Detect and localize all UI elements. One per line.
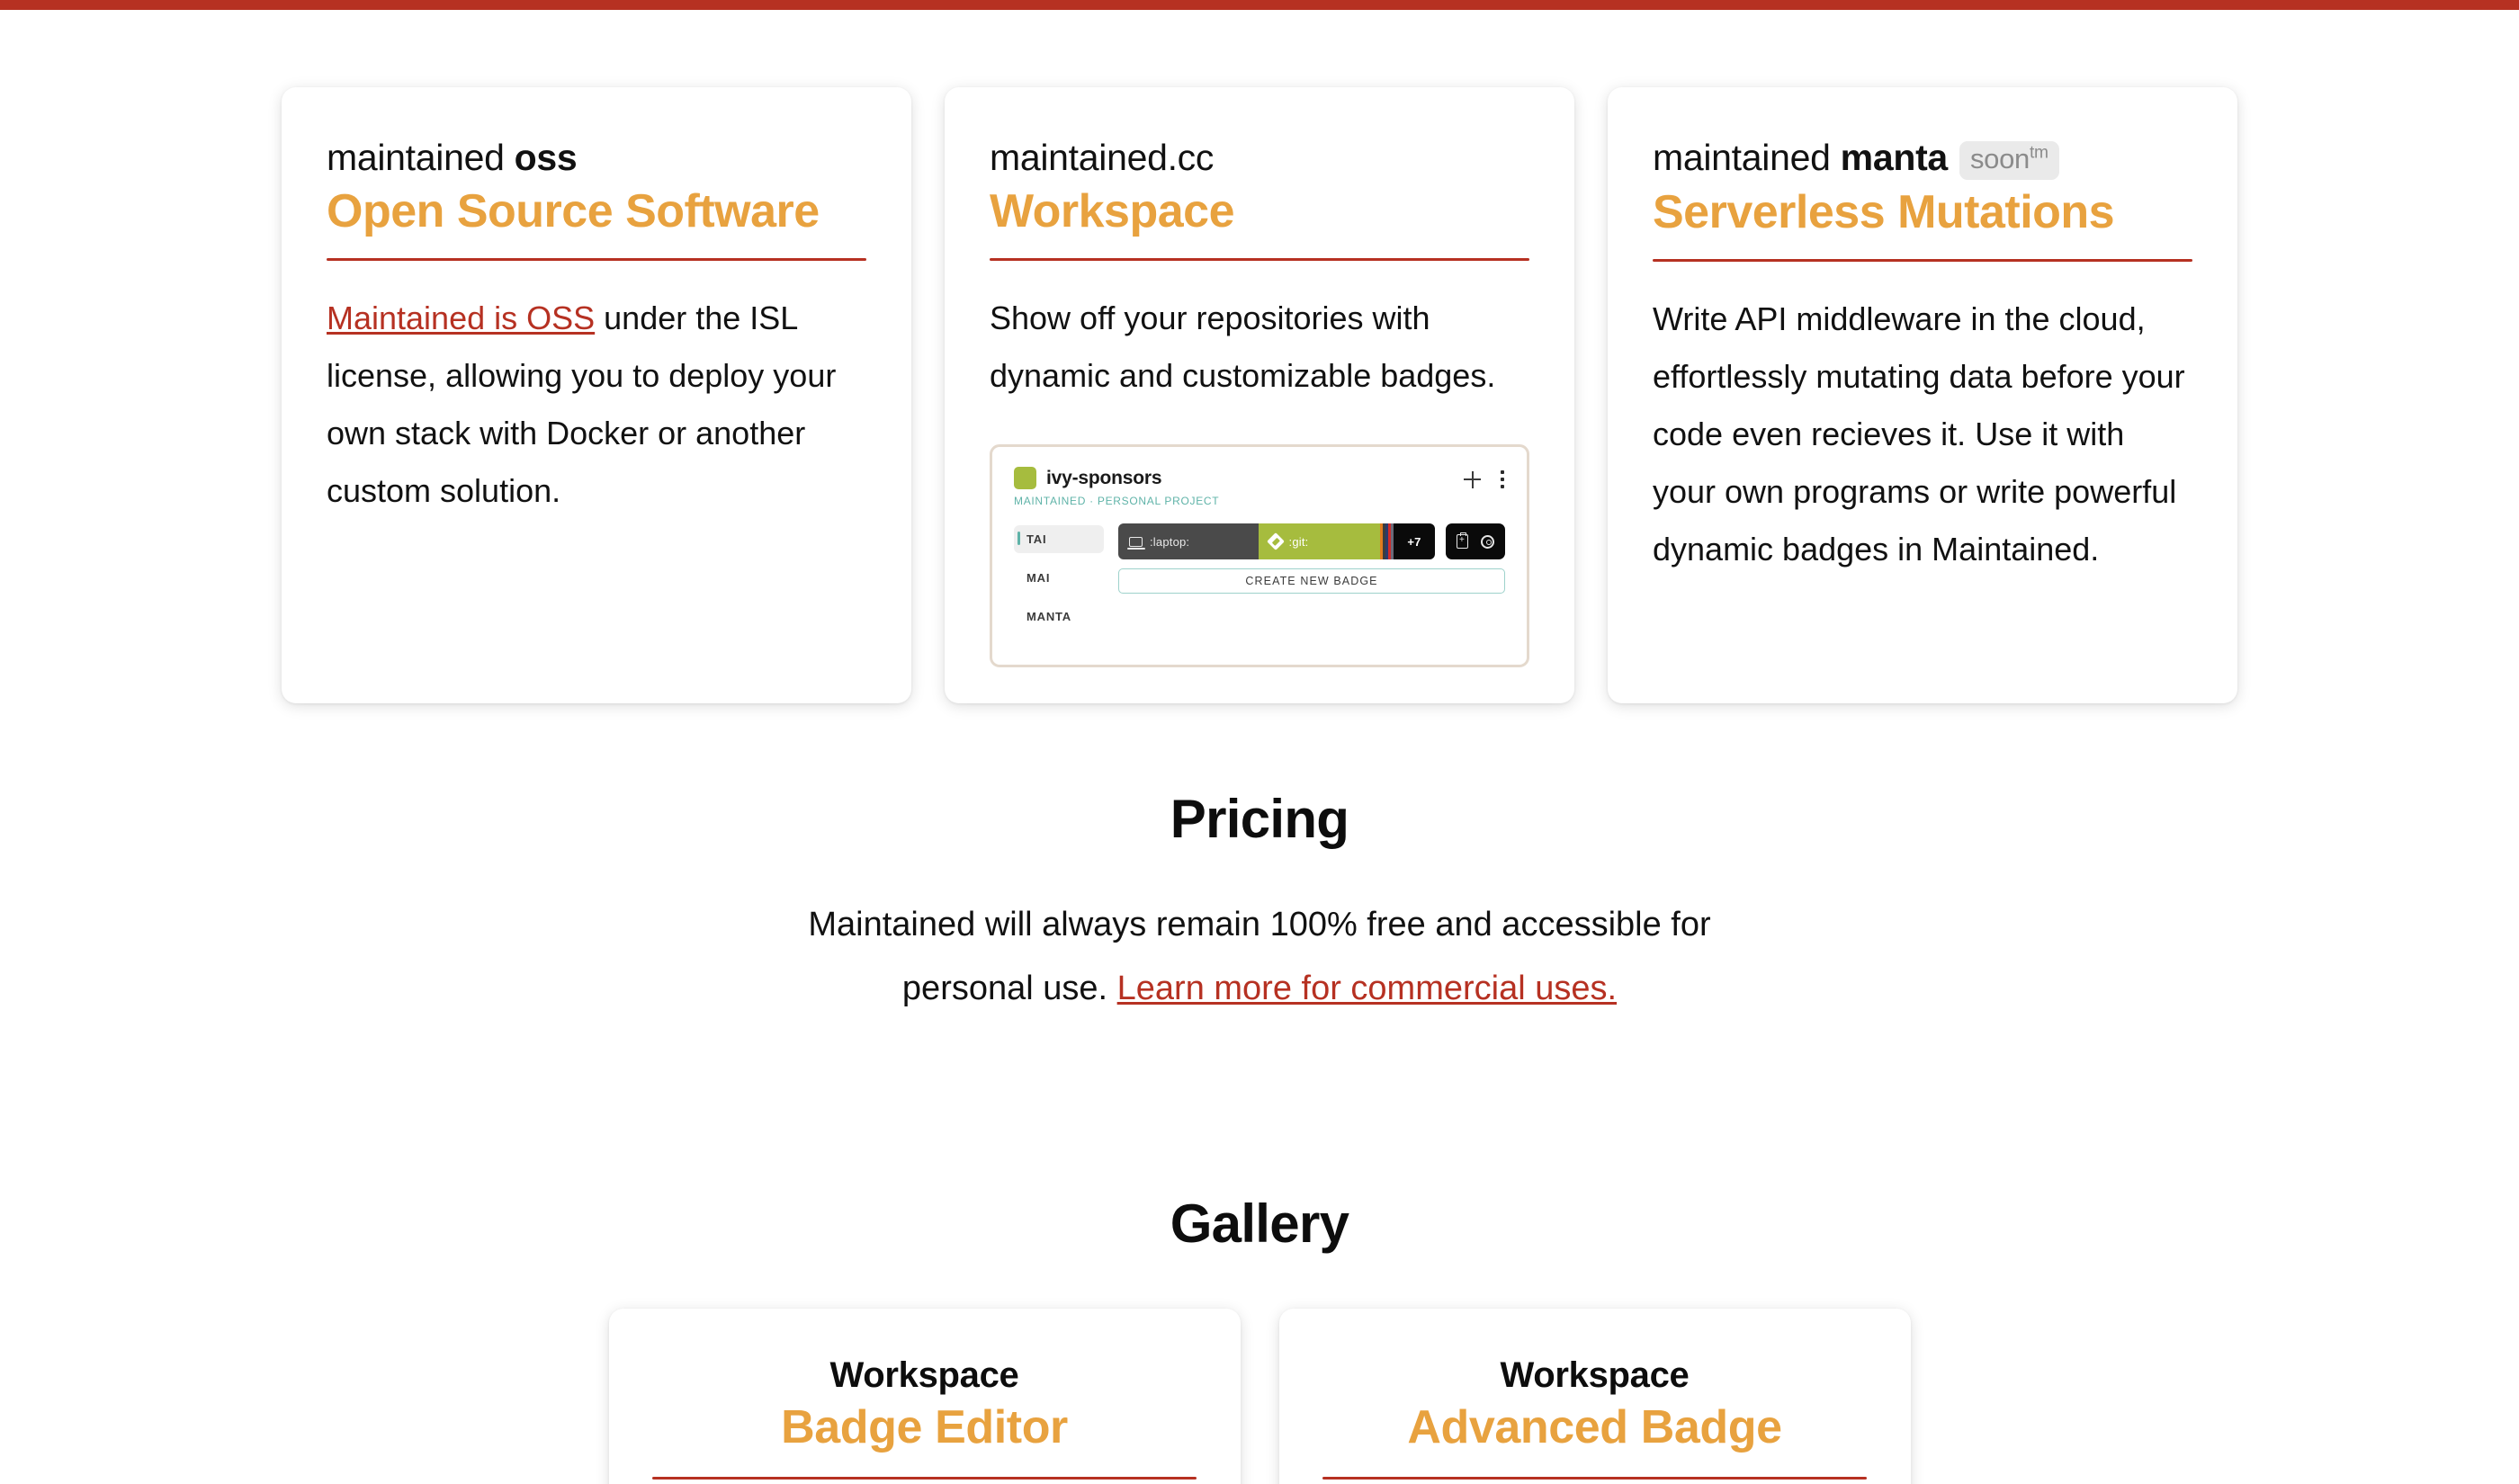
card-eyebrow: maintained manta soontm xyxy=(1653,137,2192,180)
soon-status-badge: soontm xyxy=(1959,141,2059,180)
clipboard-plus-icon[interactable] xyxy=(1457,532,1468,550)
pricing-copy: Maintained will always remain 100% free … xyxy=(765,893,1754,1020)
card-title: Workspace xyxy=(990,184,1235,237)
card-divider xyxy=(990,258,1529,262)
product-card-workspace[interactable]: maintained.cc Workspace Show off your re… xyxy=(945,87,1574,704)
laptop-icon xyxy=(1127,536,1145,550)
plus-icon[interactable] xyxy=(1464,470,1481,488)
gallery-card-eyebrow: Workspace xyxy=(1500,1354,1690,1395)
badge-row: :laptop: :git: +7 + xyxy=(1118,523,1505,560)
create-new-badge-button[interactable]: CREATE NEW BADGE xyxy=(1118,568,1505,594)
gallery-card-eyebrow: Workspace xyxy=(829,1354,1019,1395)
workspace-badge-area: :laptop: :git: +7 + CREATE NEW BADGE xyxy=(1118,523,1505,641)
workspace-tab-tai[interactable]: TAI xyxy=(1014,525,1104,554)
card-body: Write API middleware in the cloud, effor… xyxy=(1653,291,2192,578)
card-divider xyxy=(327,258,866,262)
gallery-card-row: Workspace Badge Editor Workspace Advance… xyxy=(0,1308,2519,1484)
card-eyebrow-strong: oss xyxy=(514,137,578,178)
card-eyebrow: maintained.cc xyxy=(990,137,1529,179)
gallery-card-title: Advanced Badge xyxy=(1407,1400,1782,1453)
soon-badge-tm: tm xyxy=(2029,143,2048,163)
gallery-card-badge-editor[interactable]: Workspace Badge Editor xyxy=(608,1308,1241,1484)
page-root: maintained oss Open Source Software Main… xyxy=(0,87,2519,1484)
top-accent-bar xyxy=(0,0,2519,10)
card-body-rest: Show off your repositories with dynamic … xyxy=(990,299,1496,395)
project-meta: MAINTAINED · PERSONAL PROJECT xyxy=(1014,495,1220,508)
gear-icon[interactable] xyxy=(1481,534,1494,549)
product-card-row: maintained oss Open Source Software Main… xyxy=(0,87,2519,704)
project-name: ivy-sponsors xyxy=(1046,467,1162,488)
gallery-card-divider xyxy=(1322,1476,1867,1480)
workspace-tab-mai[interactable]: MAI xyxy=(1014,564,1104,592)
workspace-screenshot: ivy-sponsors MAINTAINED · PERSONAL PROJE… xyxy=(990,444,1529,668)
commercial-uses-link[interactable]: Learn more for commercial uses. xyxy=(1117,970,1617,1007)
gallery-heading: Gallery xyxy=(1170,1193,1349,1254)
badge-overflow-count: +7 xyxy=(1394,523,1435,560)
card-eyebrow: maintained oss xyxy=(327,137,866,179)
product-card-oss[interactable]: maintained oss Open Source Software Main… xyxy=(282,87,911,704)
card-eyebrow-plain: maintained xyxy=(327,137,515,178)
workspace-tab-list: TAI MAI MANTA xyxy=(1014,523,1104,641)
workspace-shot-header: ivy-sponsors MAINTAINED · PERSONAL PROJE… xyxy=(1014,467,1505,507)
product-card-manta[interactable]: maintained manta soontm Serverless Mutati… xyxy=(1608,87,2237,704)
badge-right-label: :git: xyxy=(1288,534,1309,549)
gallery-card-title: Badge Editor xyxy=(781,1400,1068,1453)
workspace-shot-body: TAI MAI MANTA :laptop::git: +7 + CREATE… xyxy=(1014,523,1505,641)
kebab-menu-icon[interactable] xyxy=(1501,470,1505,489)
badge-segment-git: :git: xyxy=(1258,523,1380,560)
workspace-header-actions xyxy=(1464,467,1505,489)
badge-action-bar xyxy=(1446,523,1505,560)
card-divider xyxy=(1653,259,2192,263)
git-icon xyxy=(1266,532,1285,551)
card-body: Show off your repositories with dynamic … xyxy=(990,290,1529,405)
gallery-card-advanced-badge[interactable]: Workspace Advanced Badge xyxy=(1278,1308,1911,1484)
workspace-project-info: ivy-sponsors MAINTAINED · PERSONAL PROJE… xyxy=(1014,467,1219,507)
pricing-heading: Pricing xyxy=(1170,789,1349,850)
workspace-project-title-line: ivy-sponsors xyxy=(1014,467,1219,490)
maintained-is-oss-link[interactable]: Maintained is OSS xyxy=(327,299,595,336)
card-title: Serverless Mutations xyxy=(1653,185,2115,238)
soon-badge-label: soon xyxy=(1969,143,2030,174)
card-eyebrow-plain: maintained.cc xyxy=(990,137,1215,178)
card-eyebrow-plain: maintained xyxy=(1653,137,1841,178)
badge-preview[interactable]: :laptop: :git: +7 xyxy=(1118,523,1435,560)
gallery-card-divider xyxy=(652,1476,1197,1480)
card-title: Open Source Software xyxy=(327,184,820,237)
card-body-rest: Write API middleware in the cloud, effor… xyxy=(1653,300,2185,568)
card-eyebrow-strong: manta xyxy=(1840,137,1949,178)
project-avatar xyxy=(1014,467,1036,490)
badge-segment-laptop: :laptop: xyxy=(1118,523,1259,560)
card-body: Maintained is OSS under the ISL license,… xyxy=(327,290,866,520)
workspace-tab-manta[interactable]: MANTA xyxy=(1014,603,1104,630)
badge-left-label: :laptop: xyxy=(1150,534,1190,549)
